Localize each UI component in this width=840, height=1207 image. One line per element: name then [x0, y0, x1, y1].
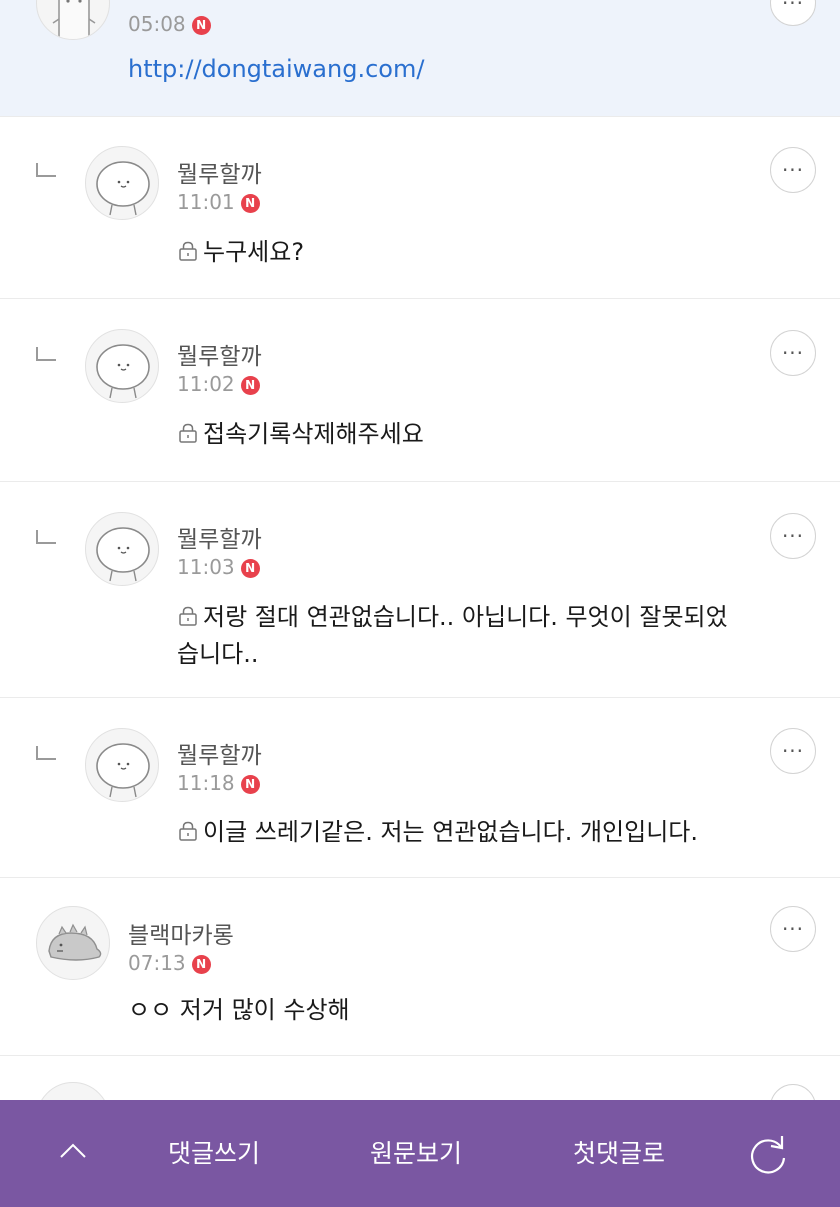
- author-name[interactable]: 뭘루할까: [177, 736, 262, 770]
- comment-item: 블랙마카롱 07:13 N ㅇㅇ 저거 많이 수상해 ···: [0, 878, 840, 1056]
- new-badge: N: [191, 955, 211, 974]
- next-comment-avatar-partial: [36, 1082, 110, 1100]
- new-badge: N: [191, 16, 211, 35]
- comment-item: 뭘루할까 11:02 N 접속기록삭제해주세요 ···: [0, 299, 840, 482]
- comment-body-cont: 습니다..: [177, 640, 259, 668]
- comment-item: 뭘루할까 11:01 N 누구세요? ···: [0, 117, 840, 299]
- avatar[interactable]: [36, 906, 110, 980]
- next-comment-more-partial: [770, 1084, 816, 1100]
- first-comment-button[interactable]: 첫댓글로: [573, 1134, 665, 1170]
- more-icon: ···: [781, 0, 805, 15]
- new-badge: N: [240, 559, 260, 578]
- comment-body: 저랑 절대 연관없습니다.. 아닙니다. 무엇이 잘못되었: [203, 603, 728, 631]
- new-badge: N: [240, 376, 260, 395]
- new-badge: N: [240, 194, 260, 213]
- reply-indicator-icon: [36, 746, 56, 760]
- more-options-button[interactable]: ···: [770, 330, 816, 376]
- more-icon: ···: [781, 739, 805, 763]
- comment-time: 07:13 N: [128, 951, 211, 975]
- time-text: 05:08: [128, 12, 186, 36]
- avatar[interactable]: [85, 728, 159, 802]
- comment-time: 05:08 N: [128, 12, 211, 36]
- refresh-icon[interactable]: [746, 1132, 790, 1176]
- more-options-button[interactable]: ···: [770, 906, 816, 952]
- avatar[interactable]: [36, 0, 110, 40]
- author-name[interactable]: 뭘루할까: [177, 337, 262, 371]
- more-icon: ···: [781, 524, 805, 548]
- time-text: 11:03: [177, 555, 235, 579]
- comment-line: 저랑 절대 연관없습니다.. 아닙니다. 무엇이 잘못되었: [177, 599, 817, 636]
- time-text: 07:13: [128, 951, 186, 975]
- comment-item: 뭘루할까 11:03 N 저랑 절대 연관없습니다.. 아닙니다. 무엇이 잘못되…: [0, 482, 840, 698]
- new-badge: N: [240, 775, 260, 794]
- round-face-avatar-icon: [96, 527, 150, 582]
- comment-time: 11:18 N: [177, 771, 260, 795]
- avatar[interactable]: [85, 512, 159, 586]
- comment-item: 뭘루할까 11:18 N 이글 쓰레기같은. 저는 연관없습니다. 개인입니다. …: [0, 698, 840, 878]
- lock-icon: [179, 606, 197, 626]
- more-icon: ···: [781, 158, 805, 182]
- comment-text: ㅇㅇ 저거 많이 수상해: [128, 996, 350, 1024]
- view-original-button[interactable]: 원문보기: [370, 1134, 462, 1170]
- author-name[interactable]: 뭘루할까: [177, 155, 262, 189]
- more-options-button[interactable]: ···: [770, 0, 816, 26]
- round-face-avatar-icon: [96, 743, 150, 798]
- reply-indicator-icon: [36, 347, 56, 361]
- reply-indicator-icon: [36, 530, 56, 544]
- comment-text: 접속기록삭제해주세요: [177, 416, 807, 453]
- comment-body: 누구세요?: [203, 238, 305, 266]
- comment-text: 누구세요?: [177, 234, 807, 271]
- more-options-button[interactable]: ···: [770, 513, 816, 559]
- comment-time: 11:02 N: [177, 372, 260, 396]
- author-name[interactable]: 뭘루할까: [177, 520, 262, 554]
- comment-time: 11:03 N: [177, 555, 260, 579]
- time-text: 11:18: [177, 771, 235, 795]
- write-comment-button[interactable]: 댓글쓰기: [168, 1134, 260, 1170]
- bottom-action-bar: 댓글쓰기 원문보기 첫댓글로: [0, 1100, 840, 1207]
- ghost-avatar-icon: [52, 0, 96, 39]
- time-text: 11:01: [177, 190, 235, 214]
- reply-indicator-icon: [36, 163, 56, 177]
- comment-text: 이글 쓰레기같은. 저는 연관없습니다. 개인입니다.: [177, 814, 817, 851]
- more-icon: ···: [781, 917, 805, 941]
- comment-feed[interactable]: 05:08 N http://dongtaiwang.com/ ··· 뭘루할까 …: [0, 0, 840, 1100]
- author-name[interactable]: 블랙마카롱: [128, 916, 234, 950]
- more-icon: ···: [781, 341, 805, 365]
- more-options-button[interactable]: ···: [770, 728, 816, 774]
- dino-avatar-icon: [48, 923, 102, 961]
- round-face-avatar-icon: [96, 161, 150, 216]
- lock-icon: [179, 821, 197, 841]
- avatar[interactable]: [85, 329, 159, 403]
- comment-body: 이글 쓰레기같은. 저는 연관없습니다. 개인입니다.: [203, 818, 699, 846]
- comment-item: 05:08 N http://dongtaiwang.com/ ···: [0, 0, 840, 117]
- more-options-button[interactable]: ···: [770, 147, 816, 193]
- time-text: 11:02: [177, 372, 235, 396]
- chevron-up-icon[interactable]: [58, 1136, 88, 1166]
- comment-link[interactable]: http://dongtaiwang.com/: [128, 55, 424, 83]
- comment-body: 접속기록삭제해주세요: [203, 420, 424, 448]
- avatar[interactable]: [85, 146, 159, 220]
- round-face-avatar-icon: [96, 344, 150, 399]
- comment-time: 11:01 N: [177, 190, 260, 214]
- lock-icon: [179, 241, 197, 261]
- lock-icon: [179, 423, 197, 443]
- comment-text: 저랑 절대 연관없습니다.. 아닙니다. 무엇이 잘못되었 습니다..: [177, 599, 817, 673]
